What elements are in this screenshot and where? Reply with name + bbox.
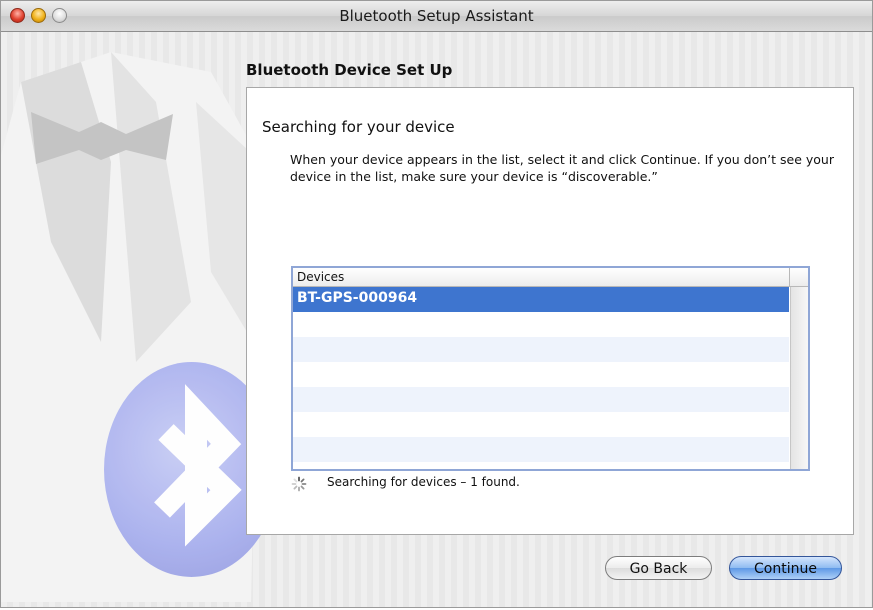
device-list-scrollbar[interactable] [790, 287, 808, 469]
empty-row [293, 337, 789, 362]
go-back-button[interactable]: Go Back [605, 556, 712, 580]
empty-row [293, 462, 789, 469]
device-row[interactable]: BT-GPS-000964 [293, 287, 789, 312]
empty-row [293, 312, 789, 337]
empty-row [293, 412, 789, 437]
spinner-icon [291, 476, 307, 492]
setup-assistant-window: Bluetooth Setup Assistant Bluetooth Devi… [0, 0, 873, 608]
device-list-header[interactable]: Devices [293, 268, 808, 287]
device-list-body[interactable]: BT-GPS-000964 [293, 287, 789, 469]
status-text: Searching for devices – 1 found. [327, 475, 520, 489]
devices-column-header[interactable]: Devices [293, 268, 790, 286]
continue-button[interactable]: Continue [729, 556, 842, 580]
empty-row [293, 362, 789, 387]
empty-row [293, 437, 789, 462]
empty-row [293, 387, 789, 412]
title-bar[interactable]: Bluetooth Setup Assistant [1, 1, 872, 32]
device-list[interactable]: Devices BT-GPS-000964 [291, 266, 810, 471]
content-panel: Searching for your device When your devi… [246, 87, 854, 535]
window-title: Bluetooth Setup Assistant [339, 7, 534, 25]
section-title: Bluetooth Device Set Up [246, 61, 453, 79]
panel-heading: Searching for your device [262, 118, 455, 136]
panel-description: When your device appears in the list, se… [290, 152, 834, 184]
